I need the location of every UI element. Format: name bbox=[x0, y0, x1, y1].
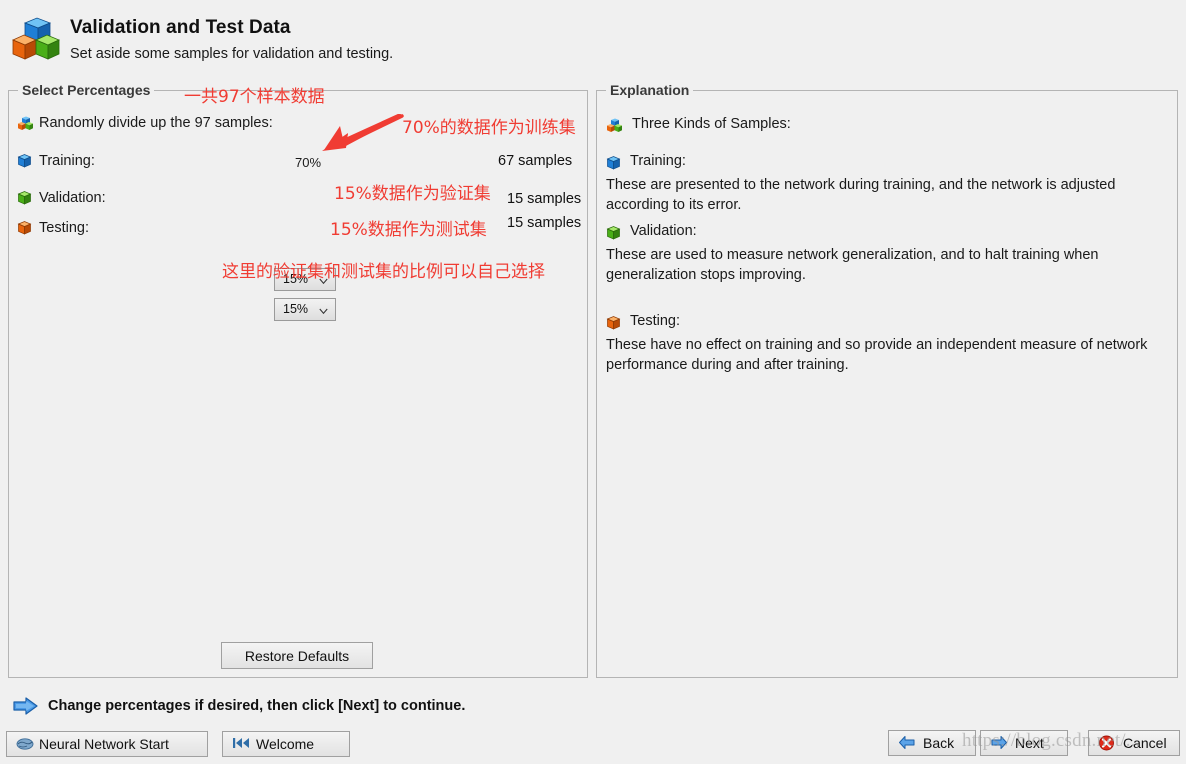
blue-right-arrow-icon bbox=[12, 696, 40, 720]
cancel-button[interactable]: Cancel bbox=[1088, 730, 1180, 756]
annotation-training-pct: 70%的数据作为训练集 bbox=[402, 118, 576, 138]
neural-network-start-label: Neural Network Start bbox=[39, 736, 169, 752]
status-text: Change percentages if desired, then clic… bbox=[48, 698, 466, 714]
testing-percent-select[interactable]: 15% bbox=[274, 298, 336, 321]
validation-samples-count: 15 samples bbox=[507, 191, 582, 207]
three-cubes-small-icon bbox=[606, 118, 627, 135]
annotation-testing-pct: 15%数据作为测试集 bbox=[330, 220, 487, 240]
neural-network-start-button[interactable]: Neural Network Start bbox=[6, 731, 208, 757]
explanation-heading: Three Kinds of Samples: bbox=[606, 114, 791, 137]
header: Validation and Test Data Set aside some … bbox=[0, 0, 1186, 76]
orange-cube-icon bbox=[17, 220, 32, 237]
training-samples-count: 67 samples bbox=[498, 153, 573, 169]
welcome-label: Welcome bbox=[256, 736, 315, 752]
chevron-down-icon bbox=[319, 305, 328, 315]
training-label: Training: bbox=[39, 153, 95, 169]
close-icon bbox=[1098, 735, 1115, 754]
explanation-testing-body: These have no effect on training and so … bbox=[606, 337, 1148, 373]
three-cubes-icon bbox=[8, 12, 62, 66]
restore-defaults-button[interactable]: Restore Defaults bbox=[221, 642, 373, 669]
wizard-window: Validation and Test Data Set aside some … bbox=[0, 0, 1186, 764]
right-arrow-icon bbox=[990, 735, 1008, 753]
green-cube-icon bbox=[606, 226, 625, 242]
next-label: Next bbox=[1015, 735, 1044, 751]
back-button[interactable]: Back bbox=[888, 730, 976, 756]
page-title: Validation and Test Data bbox=[70, 17, 291, 38]
explanation-heading-text: Three Kinds of Samples: bbox=[632, 116, 791, 132]
back-label: Back bbox=[923, 735, 955, 751]
explanation-validation-body: These are used to measure network genera… bbox=[606, 247, 1099, 283]
brain-icon bbox=[16, 736, 34, 755]
explanation-training-title: Training: bbox=[630, 153, 686, 169]
blue-cube-icon bbox=[606, 156, 625, 172]
page-subtitle: Set aside some samples for validation an… bbox=[70, 46, 394, 62]
explanation-validation-heading: Validation: bbox=[606, 221, 697, 244]
three-cubes-small-icon bbox=[17, 115, 34, 133]
explanation-testing-heading: Testing: bbox=[606, 311, 680, 334]
left-arrow-icon bbox=[898, 735, 916, 753]
welcome-button[interactable]: Welcome bbox=[222, 731, 350, 757]
annotation-validation-pct: 15%数据作为验证集 bbox=[334, 184, 491, 204]
annotation-choose-note: 这里的验证集和测试集的比例可以自己选择 bbox=[222, 262, 545, 282]
explanation-training-body: These are presented to the network durin… bbox=[606, 177, 1116, 213]
testing-label: Testing: bbox=[39, 220, 89, 236]
explanation-group: Explanation Three Kinds of Samples: Trai… bbox=[596, 82, 1178, 678]
testing-percent-value: 15% bbox=[283, 302, 309, 316]
orange-cube-icon bbox=[606, 316, 625, 332]
validation-label: Validation: bbox=[39, 190, 106, 206]
randomly-divide-label: Randomly divide up the 97 samples: bbox=[39, 115, 273, 131]
explanation-training-heading: Training: bbox=[606, 151, 686, 174]
annotation-total-samples: 一共97个样本数据 bbox=[184, 87, 325, 107]
skip-to-start-icon bbox=[232, 736, 250, 753]
green-cube-icon bbox=[17, 190, 32, 207]
annotation-arrow-icon bbox=[318, 113, 404, 160]
testing-samples-count: 15 samples bbox=[507, 215, 582, 231]
select-percentages-legend: Select Percentages bbox=[18, 82, 155, 98]
blue-cube-icon bbox=[17, 153, 32, 170]
explanation-testing-title: Testing: bbox=[630, 313, 681, 329]
next-button[interactable]: Next bbox=[980, 730, 1068, 756]
explanation-validation-title: Validation: bbox=[630, 223, 697, 239]
select-percentages-group: Select Percentages Randomly divide up th… bbox=[8, 82, 588, 678]
explanation-legend: Explanation bbox=[606, 82, 694, 98]
cancel-label: Cancel bbox=[1123, 735, 1167, 751]
